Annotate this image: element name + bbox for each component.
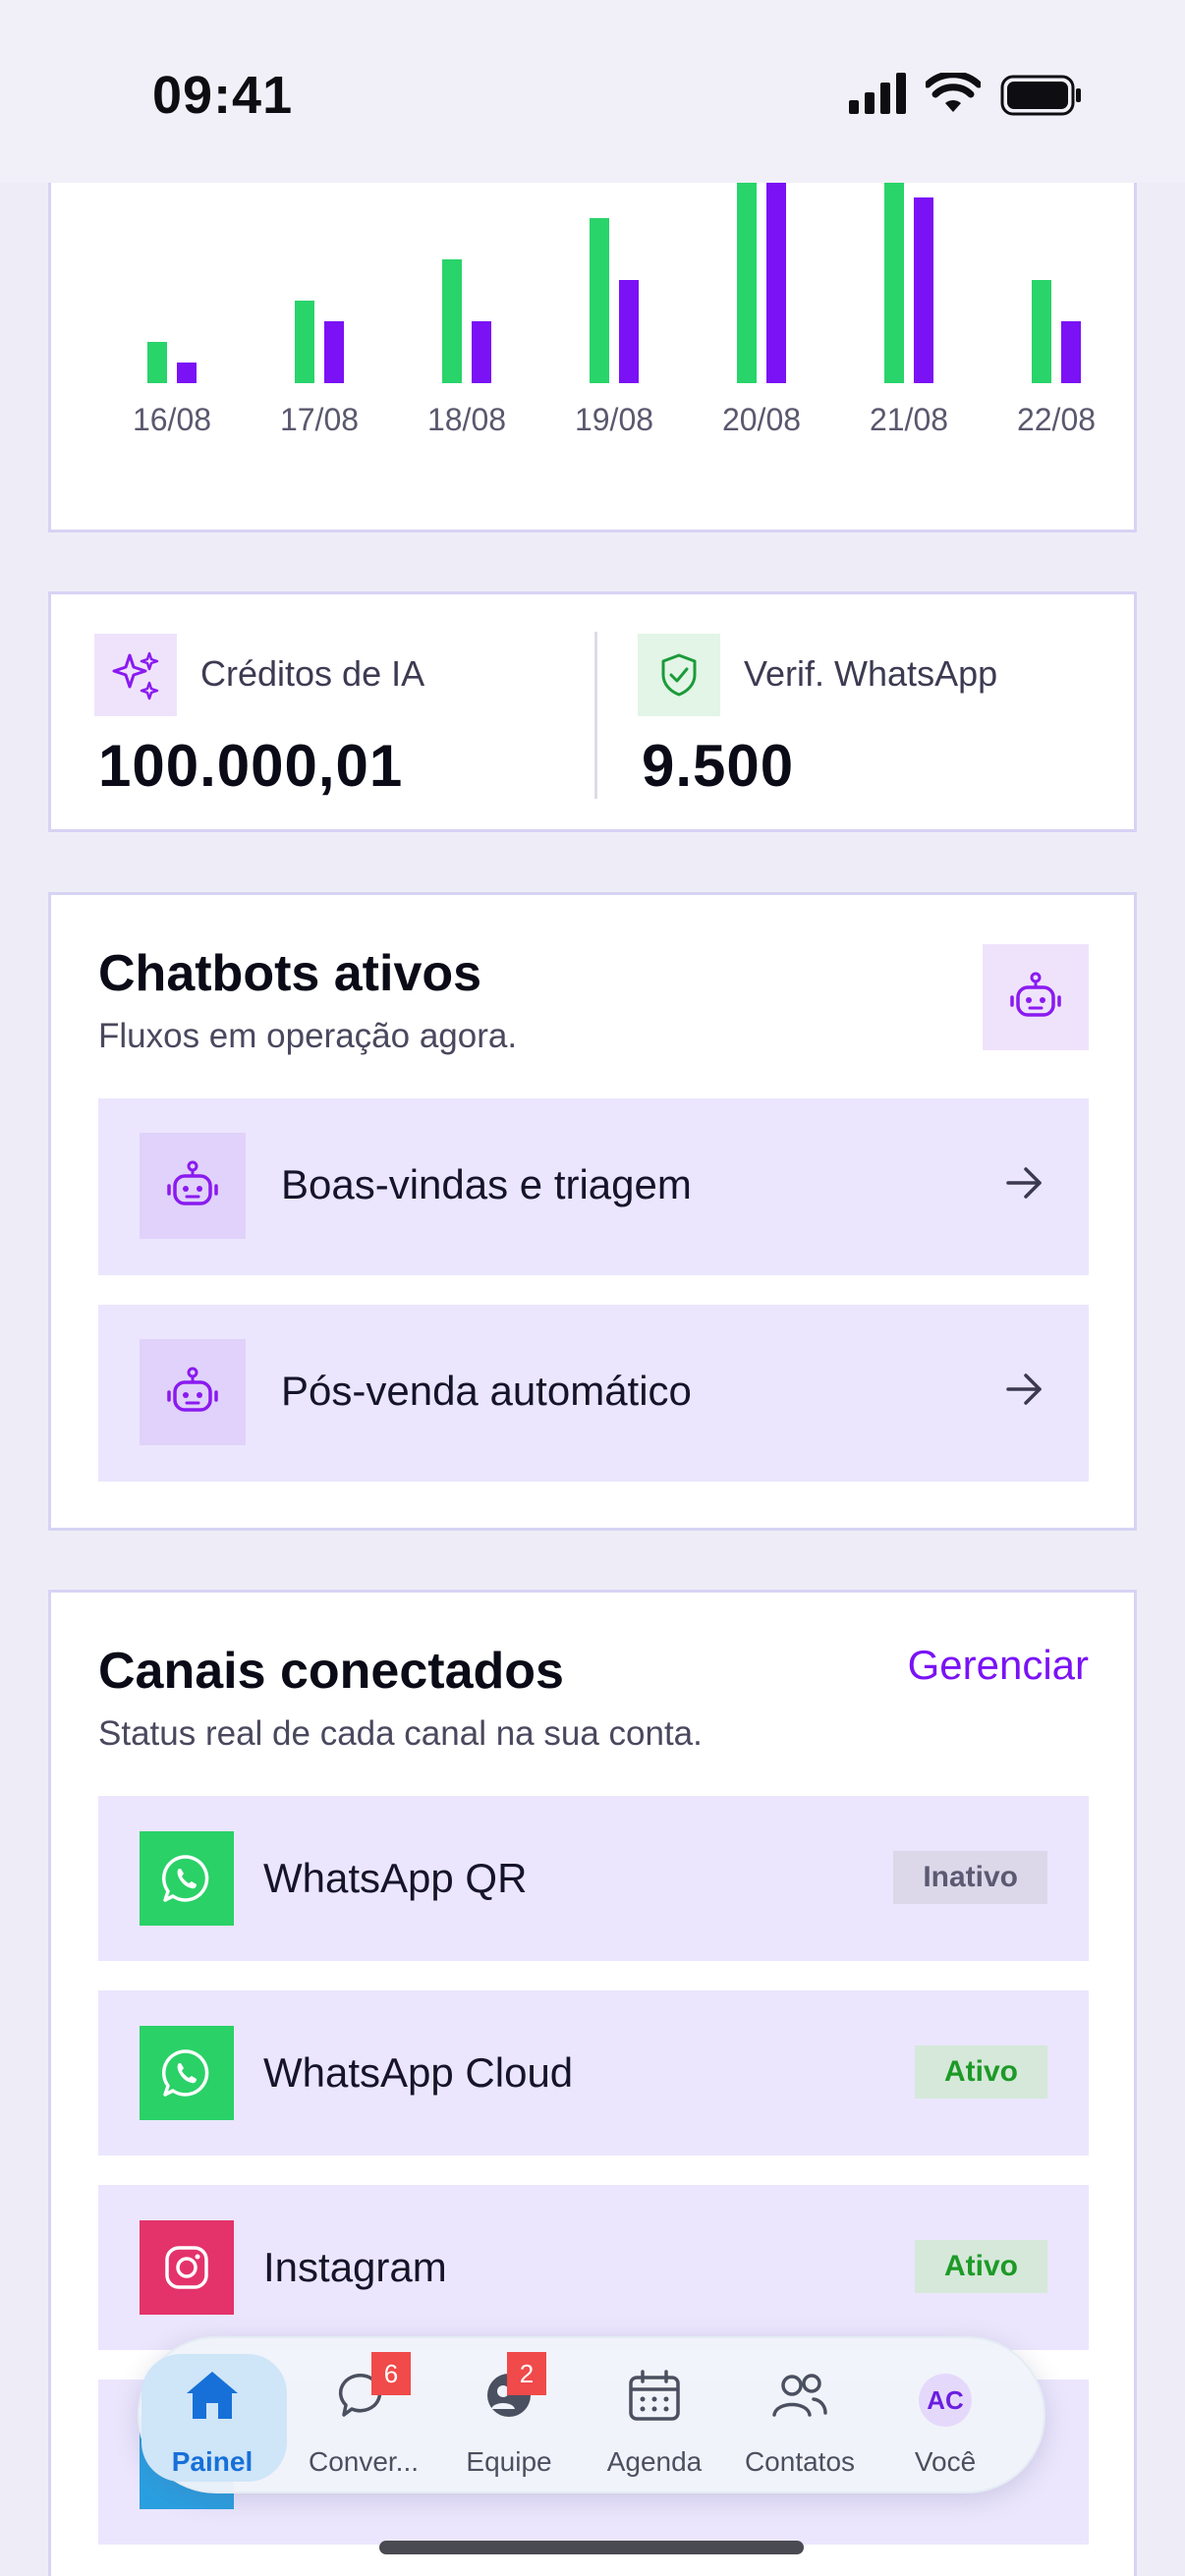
whatsapp-icon [140, 1831, 234, 1926]
whatsapp-icon [140, 2026, 234, 2120]
chart-bar [766, 147, 786, 383]
robot-icon [140, 1133, 246, 1239]
instagram-icon [140, 2220, 234, 2315]
chart-bar [590, 218, 609, 383]
ai-credits-label: Créditos de IA [200, 653, 425, 694]
chatbot-name: Pós-venda automático [281, 1368, 692, 1414]
active-chatbots-card: Chatbots ativos Fluxos em operação agora… [48, 892, 1137, 1531]
shield-check-icon [638, 634, 720, 716]
tab-conversas[interactable]: 6 Conver... [291, 2338, 436, 2495]
home-icon [187, 2372, 238, 2419]
tab-agenda[interactable]: Agenda [582, 2338, 727, 2495]
channels-title: Canais conectados [98, 1643, 564, 1700]
bar-chart: 16/08 17/08 18/08 19/08 20/08 21/08 22/08 [133, 147, 1096, 437]
chatbots-title: Chatbots ativos [98, 945, 482, 1002]
tab-contatos[interactable]: Contatos [727, 2338, 873, 2495]
chart-bar [324, 321, 344, 383]
tab-painel[interactable]: Painel [140, 2338, 287, 2495]
channel-name: WhatsApp QR [263, 1855, 528, 1901]
chart-bar [147, 342, 167, 383]
robot-icon [140, 1339, 246, 1445]
chatbot-item[interactable]: Pós-venda automático [98, 1305, 1089, 1482]
chart-bar [472, 321, 491, 383]
arrow-right-icon [1006, 1373, 1042, 1405]
chatbot-name: Boas-vindas e triagem [281, 1161, 692, 1207]
channel-row[interactable]: Instagram Ativo [98, 2185, 1089, 2350]
channel-row[interactable]: WhatsApp Cloud Ativo [98, 1990, 1089, 2156]
x-tick-label: 21/08 [870, 402, 948, 437]
chatbot-item[interactable]: Boas-vindas e triagem [98, 1098, 1089, 1275]
chart-bar [1061, 321, 1081, 383]
chart-bar [914, 197, 933, 383]
x-tick-label: 19/08 [575, 402, 653, 437]
chart-bar [177, 363, 197, 383]
tab-label: Agenda [606, 2446, 703, 2477]
tab-label: Conver... [308, 2446, 420, 2477]
ai-credits-value: 100.000,01 [98, 733, 404, 799]
tab-equipe[interactable]: 2 Equipe [436, 2338, 582, 2495]
contacts-icon [772, 2374, 827, 2417]
avatar: AC [919, 2374, 972, 2427]
whatsapp-verification-value: 9.500 [642, 733, 795, 799]
status-badge: Ativo [915, 2045, 1047, 2099]
tab-label: Painel [171, 2446, 254, 2477]
channel-name: WhatsApp Cloud [263, 2049, 574, 2096]
status-badge: Inativo [893, 1851, 1047, 1904]
wifi-icon [926, 73, 981, 112]
bottom-tab-bar: Painel 6 Conver... 2 Equipe Agenda Conta… [138, 2336, 1045, 2493]
status-time: 09:41 [152, 66, 294, 125]
tab-label: Equipe [466, 2446, 552, 2477]
chatbots-subtitle: Fluxos em operação agora. [98, 1017, 518, 1055]
cellular-signal-icon [849, 73, 906, 114]
x-tick-label: 18/08 [427, 402, 506, 437]
x-tick-label: 20/08 [722, 402, 801, 437]
whatsapp-verification-label: Verif. WhatsApp [744, 653, 998, 694]
x-tick-label: 17/08 [280, 402, 359, 437]
tab-voce[interactable]: AC Você [873, 2338, 1018, 2495]
tab-label: Você [914, 2446, 977, 2477]
x-tick-label: 22/08 [1017, 402, 1096, 437]
calendar-icon [629, 2370, 680, 2421]
battery-icon [1000, 75, 1081, 116]
sparkles-icon [94, 634, 177, 716]
unread-badge: 2 [507, 2352, 546, 2395]
credits-card: Créditos de IA 100.000,01 Verif. WhatsAp… [48, 591, 1137, 832]
home-indicator [379, 2541, 804, 2554]
manage-channels-link[interactable]: Gerenciar [908, 1642, 1089, 1689]
channels-subtitle: Status real de cada canal na sua conta. [98, 1714, 703, 1753]
arrow-right-icon [1006, 1167, 1042, 1199]
status-bar: 09:41 [0, 0, 1185, 183]
chart-bar [1032, 280, 1051, 383]
divider [594, 632, 597, 799]
channel-row[interactable]: WhatsApp QR Inativo [98, 1796, 1089, 1961]
chart-bar [442, 259, 462, 383]
status-badge: Ativo [915, 2240, 1047, 2293]
channel-name: Instagram [263, 2244, 447, 2290]
tab-label: Contatos [744, 2446, 856, 2477]
chart-bar [737, 147, 757, 383]
chart-bar [884, 147, 904, 383]
chart-bar [295, 301, 314, 383]
x-tick-label: 16/08 [133, 402, 211, 437]
messages-chart-card: 16/08 17/08 18/08 19/08 20/08 21/08 22/08 [48, 147, 1137, 532]
chart-bar [619, 280, 639, 383]
robot-icon [983, 944, 1089, 1050]
unread-badge: 6 [371, 2352, 411, 2395]
